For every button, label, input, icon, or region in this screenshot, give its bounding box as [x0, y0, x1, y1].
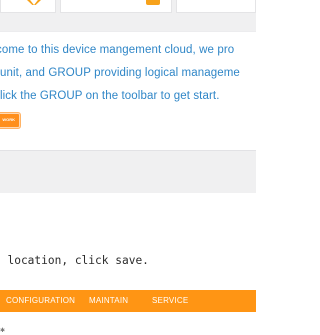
- work-button[interactable]: WORK: [0, 113, 20, 128]
- stat-card: [0, 0, 56, 13]
- instruction-text: d location, click save.: [0, 254, 149, 267]
- loading-spinner-icon: ✱: [0, 327, 6, 334]
- welcome-panel: come to this device mangement cloud, we …: [0, 31, 256, 151]
- welcome-text-line: unit, and GROUP providing logical manage…: [0, 67, 240, 79]
- stat-card: [176, 0, 256, 13]
- stat-icon: [27, 0, 41, 5]
- dashboard-area: come to this device mangement cloud, we …: [0, 0, 256, 193]
- stat-icon: [146, 0, 160, 5]
- stat-card: [60, 0, 172, 13]
- toolbar-item-service[interactable]: SERVICE: [152, 290, 188, 312]
- toolbar-item-configuration[interactable]: CONFIGURATION: [6, 290, 75, 312]
- welcome-text-line: lick the GROUP on the toolbar to get sta…: [0, 90, 220, 102]
- welcome-text-line: come to this device mangement cloud, we …: [0, 44, 235, 56]
- main-toolbar: CONFIGURATION MAINTAIN SERVICE: [0, 290, 256, 312]
- toolbar-item-maintain[interactable]: MAINTAIN: [89, 290, 128, 312]
